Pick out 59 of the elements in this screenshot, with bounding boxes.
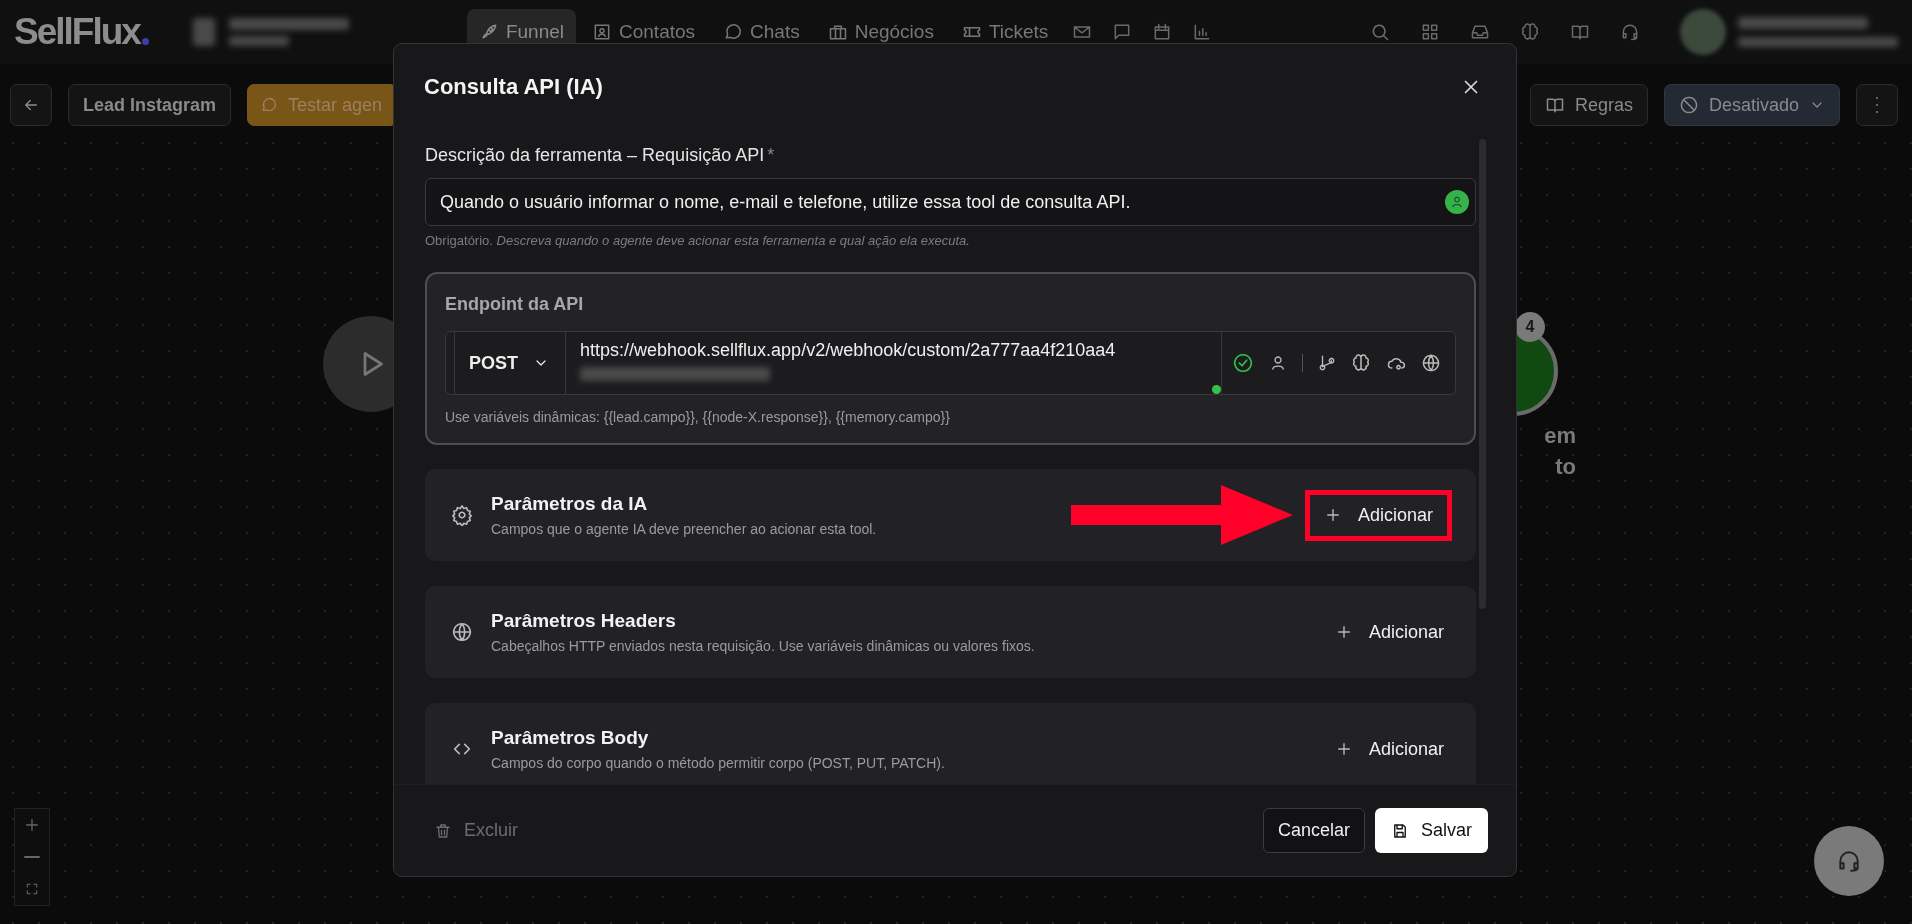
globe-icon[interactable] [1421, 353, 1441, 373]
chat-bubble-icon [260, 96, 279, 114]
fit-view-icon [25, 882, 39, 896]
user-icon[interactable] [1269, 354, 1287, 372]
logo-text: SellFlux [14, 11, 140, 53]
variables-hint: Use variáveis dinâmicas: {{lead.campo}}, {{node-X.response}}, {{memory.campo}} [445, 409, 951, 425]
contact-card-icon [592, 22, 612, 42]
flow-name-button[interactable]: Lead Instagram [68, 84, 232, 126]
ban-icon [1678, 95, 1699, 115]
brain-icon[interactable] [1351, 353, 1371, 373]
blurred-image [192, 18, 215, 46]
nav-tab[interactable]: Tickets [949, 9, 1061, 55]
field-label: Descrição da ferramenta – Requisição API [425, 145, 765, 165]
logo-dot-icon [141, 38, 149, 45]
plus-icon [23, 816, 41, 834]
status-dropdown[interactable]: Desativado [1663, 84, 1840, 126]
branch-icon[interactable] [1318, 354, 1336, 372]
field-hint: Obrigatório. Descreva quando o agente deve acionar esta ferramenta e qual ação ela executa. [425, 233, 971, 248]
rules-button[interactable]: Regras [1529, 84, 1648, 126]
section-title: Parâmetros Headers [491, 610, 677, 632]
nav-tab[interactable]: Chats [711, 9, 812, 55]
section-subtitle: Cabeçalhos HTTP enviados nesta requisição. Use variáveis dinâmicas ou valores fixos. [491, 638, 1036, 654]
section-subtitle: Campos do corpo quando o método permitir corpo (POST, PUT, PATCH). [491, 755, 946, 771]
save-button[interactable]: Salvar [1374, 808, 1488, 853]
headset-icon[interactable] [1620, 22, 1640, 42]
section-title: Parâmetros da IA [491, 493, 649, 515]
endpoint-title: Endpoint da API [445, 294, 585, 315]
description-field[interactable]: Quando o usuário informar o nome, e-mail e telefone, utilize essa tool de consulta API. [425, 178, 1476, 226]
headset-icon [1836, 848, 1862, 874]
search-icon[interactable] [1370, 22, 1390, 42]
required-mark: * [767, 145, 775, 165]
modal-title: Consulta API (IA) [424, 73, 603, 100]
section-title: Parâmetros Body [491, 727, 650, 749]
avatar[interactable] [1680, 9, 1726, 55]
nav-tab[interactable]: Contatos [580, 9, 708, 55]
book-icon[interactable] [1570, 22, 1590, 42]
add-button[interactable]: Adicionar [1315, 498, 1441, 532]
gear-icon [451, 504, 473, 526]
blurred-text [228, 36, 289, 46]
chat-icon [723, 22, 744, 42]
trash-icon [434, 821, 452, 840]
cancel-button[interactable]: Cancelar [1262, 808, 1365, 853]
add-button[interactable]: Adicionar [1326, 732, 1452, 766]
node-label: to [1554, 453, 1576, 481]
more-icon [1875, 96, 1879, 114]
globe-icon [451, 621, 473, 643]
add-button[interactable]: Adicionar [1326, 615, 1452, 649]
grid-icon[interactable] [1420, 22, 1440, 42]
briefcase-icon [827, 22, 848, 42]
nav-tab[interactable]: Negócios [815, 9, 946, 55]
book-icon [1544, 95, 1565, 115]
delete-button[interactable]: Excluir [434, 820, 518, 841]
section-subtitle: Campos que o agente IA deve preencher ao acionar esta tool. [491, 521, 878, 537]
node-label: em [1543, 422, 1576, 450]
minus-icon [24, 855, 40, 859]
inbox-icon[interactable] [1470, 22, 1490, 42]
url-field[interactable]: https://webhook.sellflux.app/v2/webhook/custom/2a777aa4f210aa4 [566, 332, 1222, 394]
back-button[interactable] [10, 84, 52, 126]
method-dropdown[interactable]: POST [454, 332, 566, 394]
